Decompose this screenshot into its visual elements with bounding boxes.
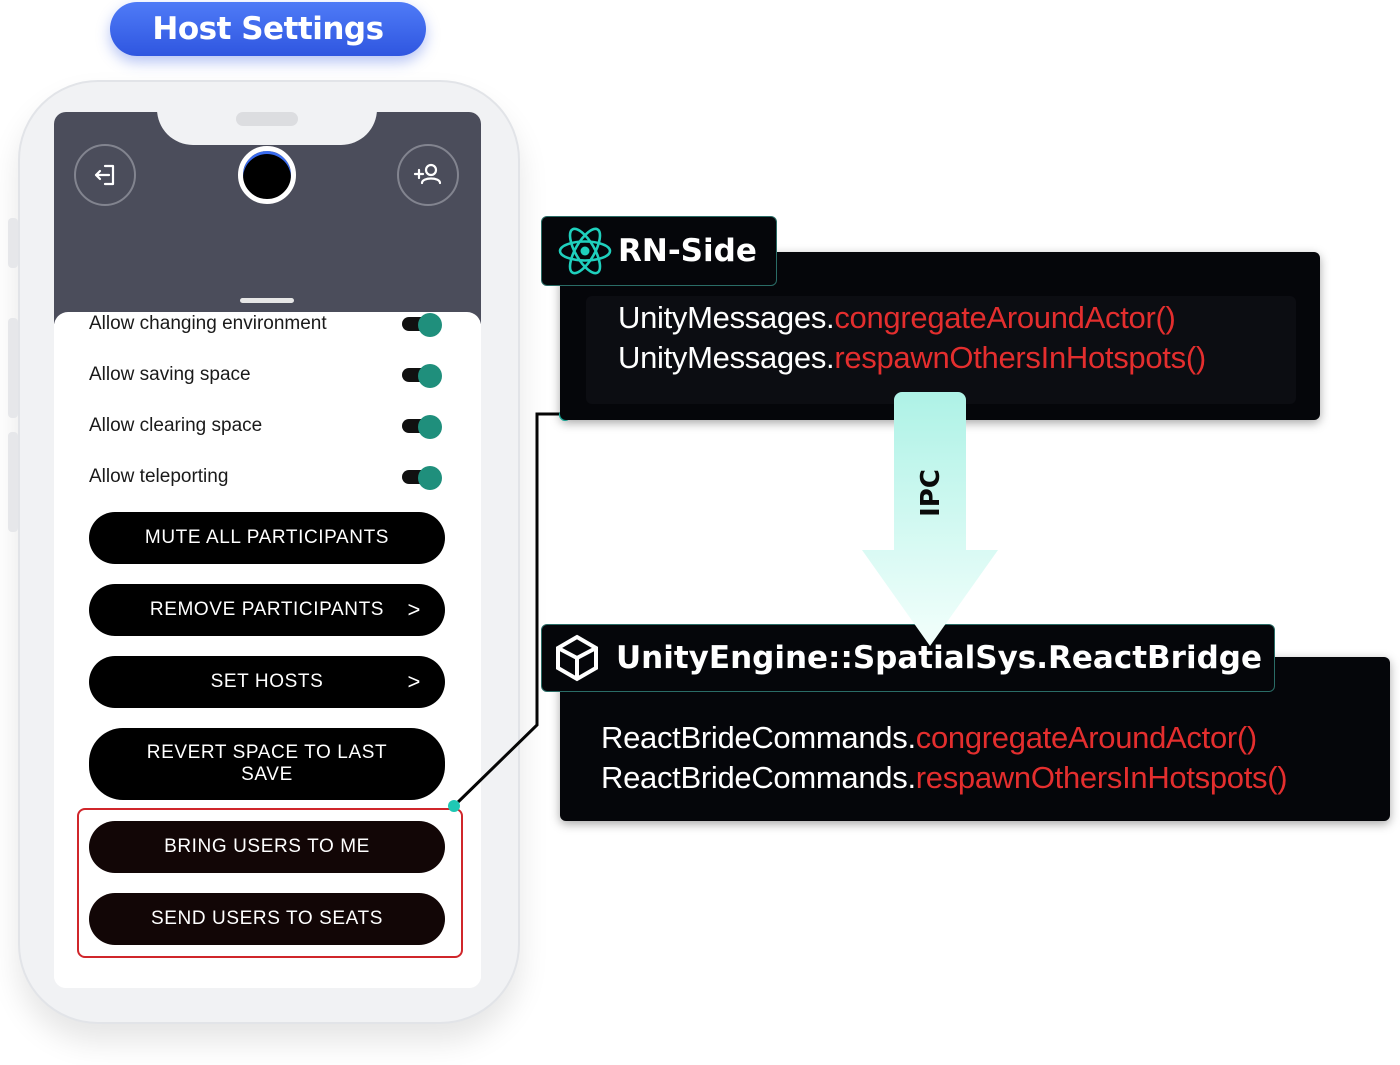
- rn-code-prefix: UnityMessages.: [618, 340, 835, 375]
- rn-side-tab: RN-Side: [541, 216, 777, 286]
- rn-code-method: congregateAroundActor(): [834, 300, 1176, 335]
- ipc-arrow: [862, 392, 998, 646]
- unity-code-method: congregateAroundActor(): [915, 720, 1257, 755]
- unity-code-method: respawnOthersInHotspots(): [915, 760, 1288, 795]
- unity-code-line-1: ReactBrideCommands.congregateAroundActor…: [601, 718, 1257, 758]
- unity-icon: [556, 634, 598, 682]
- react-icon: [558, 227, 612, 275]
- unity-code-prefix: ReactBrideCommands.: [601, 720, 916, 755]
- unity-code-line-2: ReactBrideCommands.respawnOthersInHotspo…: [601, 758, 1288, 798]
- rn-code-prefix: UnityMessages.: [618, 300, 835, 335]
- rn-code-line-2: UnityMessages.respawnOthersInHotspots(): [618, 338, 1206, 378]
- rn-code-line-1: UnityMessages.congregateAroundActor(): [618, 298, 1176, 338]
- connector-dot-bottom: [448, 800, 460, 812]
- ipc-label-box: IPC: [896, 466, 966, 520]
- ipc-label: IPC: [916, 469, 946, 517]
- rn-code-method: respawnOthersInHotspots(): [834, 340, 1206, 375]
- unity-code-prefix: ReactBrideCommands.: [601, 760, 916, 795]
- rn-side-title: RN-Side: [618, 233, 757, 269]
- connector-line: [452, 412, 565, 808]
